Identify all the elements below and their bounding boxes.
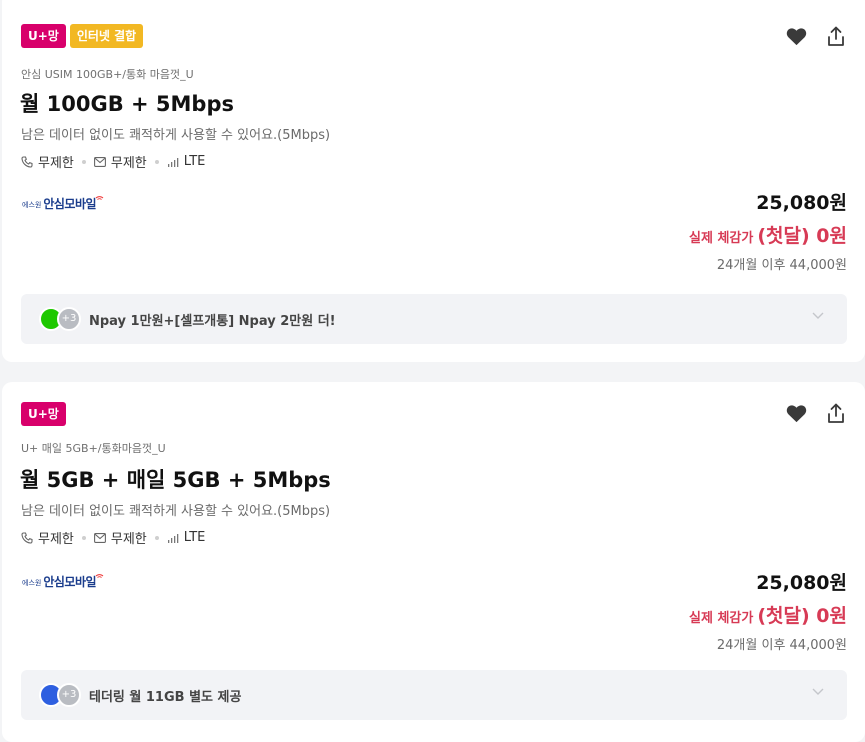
plan-specs: 무제한 무제한 LTE <box>21 152 205 171</box>
signal-icon <box>167 533 179 543</box>
monthly-price: 25,080원 <box>756 192 847 214</box>
real-price: 실제 체감가 (첫달) 0원 <box>689 221 847 248</box>
spec-sms-value: 무제한 <box>110 156 147 171</box>
real-price-value: (첫달) 0원 <box>757 605 847 627</box>
after-price: 24개월 이후 44,000원 <box>716 258 847 273</box>
wifi-icon <box>95 574 104 578</box>
network-badge: U+망 <box>21 24 66 48</box>
card-actions <box>785 402 847 424</box>
separator-dot <box>81 535 86 540</box>
spec-call-value: 무제한 <box>38 532 74 547</box>
chevron-down-icon[interactable] <box>811 311 825 320</box>
price-block: 25,080원 실제 체감가 (첫달) 0원 24개월 이후 44,000원 <box>689 188 847 273</box>
phone-icon <box>21 531 33 544</box>
more-benefits-count: +3 <box>57 307 81 331</box>
monthly-price: 25,080원 <box>756 572 847 594</box>
spec-network-value: LTE <box>183 530 206 545</box>
spec-sms-value: 무제한 <box>110 532 147 547</box>
provider-logo-small: 에스원 <box>22 201 42 209</box>
spec-call: 무제한 <box>21 152 74 171</box>
separator-dot <box>154 159 159 164</box>
real-price-value: (첫달) 0원 <box>757 225 847 247</box>
real-price-label: 실제 체감가 <box>689 231 754 246</box>
plan-title: 월 5GB + 매일 5GB + 5Mbps <box>20 468 331 492</box>
plan-description: 남은 데이터 없이도 쾌적하게 사용할 수 있어요.(5Mbps) <box>21 504 331 519</box>
after-price: 24개월 이후 44,000원 <box>716 638 847 653</box>
benefit-bar[interactable]: +3 테더링 월 11GB 별도 제공 <box>21 670 847 720</box>
plan-subtitle: U+ 매일 5GB+/통화마음껏_U <box>21 442 166 455</box>
signal-icon <box>167 157 179 167</box>
share-icon[interactable] <box>825 402 847 424</box>
network-badge: U+망 <box>21 402 66 426</box>
heart-icon[interactable] <box>785 402 807 424</box>
price-block: 25,080원 실제 체감가 (첫달) 0원 24개월 이후 44,000원 <box>689 568 847 653</box>
provider-logo-name: 안심모바일 <box>43 575 97 589</box>
separator-dot <box>154 535 159 540</box>
benefit-text: Npay 1만원+[셀프개통] Npay 2만원 더! <box>89 313 336 329</box>
benefit-icons: +3 <box>39 683 83 707</box>
provider-logo: 에스원 안심모바일 <box>22 572 104 590</box>
spec-network-value: LTE <box>183 154 206 169</box>
card-actions <box>785 25 847 47</box>
plan-card[interactable]: U+망 인터넷 결합 안심 USIM 100GB+/통화 마음껏_U 월 100… <box>2 0 865 362</box>
spec-network: LTE <box>167 154 206 169</box>
spec-network: LTE <box>167 530 206 545</box>
separator-dot <box>81 159 86 164</box>
plan-title: 월 100GB + 5Mbps <box>20 92 235 116</box>
provider-logo-small: 에스원 <box>22 579 42 587</box>
share-icon[interactable] <box>825 25 847 47</box>
plan-specs: 무제한 무제한 LTE <box>21 528 205 547</box>
chevron-down-icon[interactable] <box>811 687 825 696</box>
mail-icon <box>93 532 106 543</box>
plan-card[interactable]: U+망 U+ 매일 5GB+/통화마음껏_U 월 5GB + 매일 5GB + … <box>2 382 865 742</box>
more-benefits-count: +3 <box>57 683 81 707</box>
benefit-icons: +3 <box>39 307 83 331</box>
wifi-icon <box>95 196 104 200</box>
phone-icon <box>21 155 33 168</box>
provider-logo-name: 안심모바일 <box>43 197 97 211</box>
spec-sms: 무제한 <box>93 528 147 547</box>
mail-icon <box>93 156 106 167</box>
provider-logo: 에스원 안심모바일 <box>22 194 104 212</box>
real-price: 실제 체감가 (첫달) 0원 <box>689 601 847 628</box>
badge-group: U+망 인터넷 결합 <box>21 24 144 48</box>
plan-description: 남은 데이터 없이도 쾌적하게 사용할 수 있어요.(5Mbps) <box>21 128 331 143</box>
badge-group: U+망 <box>21 402 66 426</box>
real-price-label: 실제 체감가 <box>689 611 754 626</box>
internet-bundle-badge: 인터넷 결합 <box>69 24 144 48</box>
spec-sms: 무제한 <box>93 152 147 171</box>
plan-subtitle: 안심 USIM 100GB+/통화 마음껏_U <box>21 68 194 81</box>
heart-icon[interactable] <box>785 25 807 47</box>
benefit-bar[interactable]: +3 Npay 1만원+[셀프개통] Npay 2만원 더! <box>21 294 847 344</box>
spec-call-value: 무제한 <box>38 156 74 171</box>
spec-call: 무제한 <box>21 528 74 547</box>
benefit-text: 테더링 월 11GB 별도 제공 <box>89 689 242 705</box>
